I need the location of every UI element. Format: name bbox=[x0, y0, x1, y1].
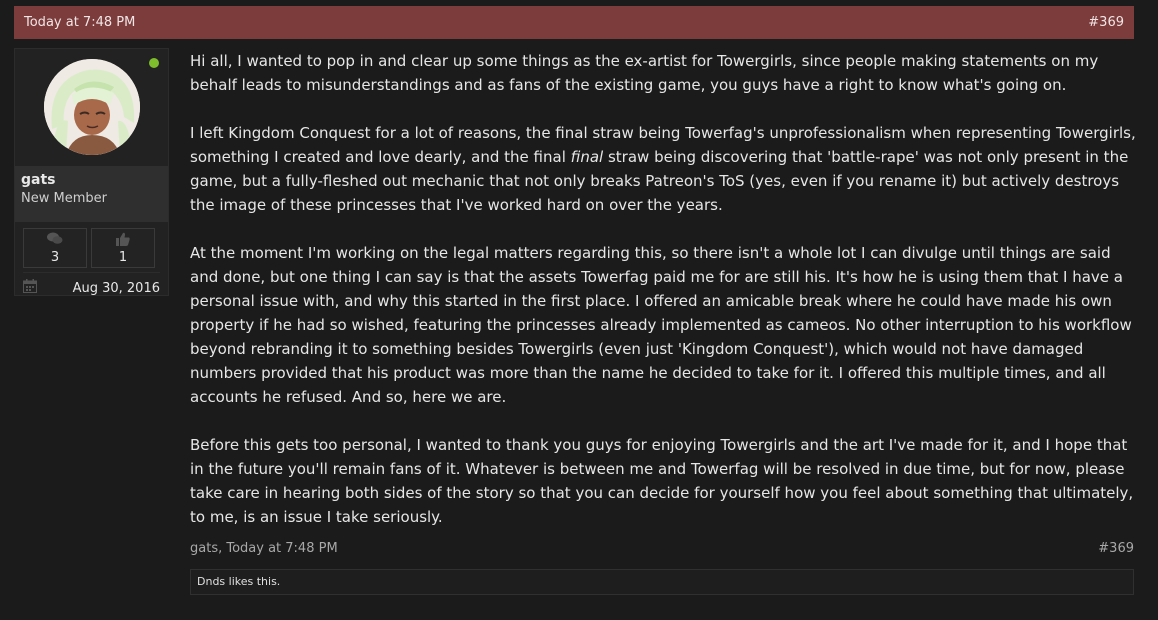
join-date: Aug 30, 2016 bbox=[72, 280, 160, 296]
likes-suffix: likes this. bbox=[225, 575, 281, 588]
username[interactable]: gats bbox=[21, 172, 162, 189]
avatar[interactable] bbox=[44, 59, 140, 155]
message-count: 3 bbox=[50, 249, 60, 265]
post-timestamp[interactable]: Today at 7:48 PM bbox=[24, 15, 135, 30]
user-card: gats New Member 3 1 Aug 30, 2016 bbox=[14, 48, 169, 296]
post-permalink[interactable]: #369 bbox=[1088, 15, 1124, 30]
message-paragraph-2: I left Kingdom Conquest for a lot of rea… bbox=[190, 121, 1140, 217]
message-paragraph-1: Hi all, I wanted to pop in and clear up … bbox=[190, 52, 1099, 94]
online-status-indicator bbox=[149, 58, 159, 68]
post-number-link[interactable]: #369 bbox=[1098, 541, 1134, 556]
calendar-icon bbox=[23, 279, 37, 297]
likes-received-stat[interactable]: 1 bbox=[91, 228, 155, 268]
message-count-stat[interactable]: 3 bbox=[23, 228, 87, 268]
post-author-time[interactable]: gats, Today at 7:48 PM bbox=[190, 541, 338, 556]
user-title: New Member bbox=[21, 191, 107, 206]
user-stats: 3 1 bbox=[15, 222, 168, 268]
user-info: gats New Member bbox=[15, 166, 168, 222]
post-header-bar: Today at 7:48 PM #369 bbox=[14, 6, 1134, 39]
liker-link[interactable]: Dnds bbox=[197, 575, 225, 588]
post-message-body: Hi all, I wanted to pop in and clear up … bbox=[190, 49, 1140, 553]
post-footer: gats, Today at 7:48 PM #369 bbox=[190, 541, 1134, 556]
avatar-area bbox=[15, 49, 168, 166]
message-paragraph-4: Before this gets too personal, I wanted … bbox=[190, 436, 1134, 526]
avatar-image bbox=[44, 59, 140, 155]
join-date-row: Aug 30, 2016 bbox=[23, 272, 160, 297]
likes-count: 1 bbox=[118, 249, 128, 265]
message-paragraph-3: At the moment I'm working on the legal m… bbox=[190, 244, 1132, 406]
likes-summary: Dnds likes this. bbox=[190, 569, 1134, 595]
speech-bubbles-icon bbox=[47, 232, 63, 246]
emphasized-text: final bbox=[570, 148, 604, 166]
thumbs-up-icon bbox=[116, 232, 130, 246]
